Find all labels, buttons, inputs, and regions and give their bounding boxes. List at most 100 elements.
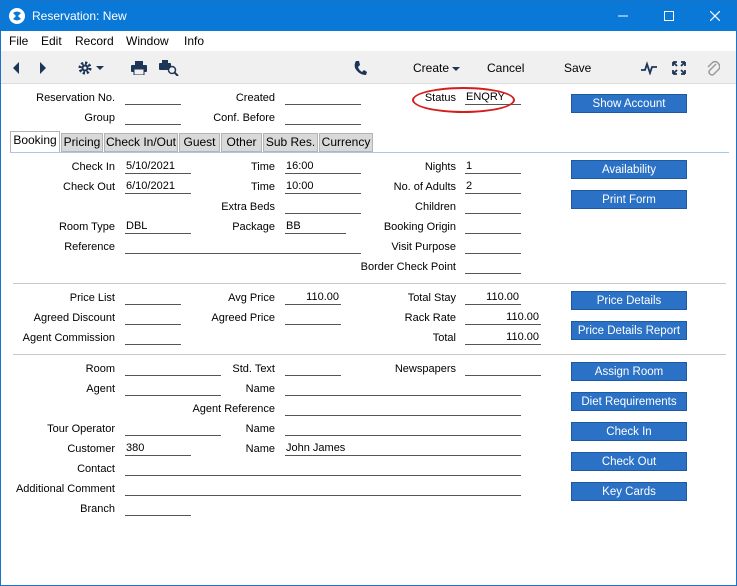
reservation-no-label: Reservation No. [36,92,115,104]
avg-price-field[interactable]: 110.00 [285,290,341,305]
menu-bar: File Edit Record Window Info [1,31,736,51]
time-in-field[interactable]: 16:00 [285,159,361,174]
section-divider-1 [13,283,726,284]
agreed-price-field[interactable] [285,310,341,325]
visit-purpose-field[interactable] [465,239,521,254]
tour-operator-name-field[interactable] [285,421,521,436]
agent-reference-field[interactable] [285,401,521,416]
tab-divider [10,152,729,153]
price-list-field[interactable] [125,290,181,305]
agent-field[interactable] [125,381,221,396]
extra-beds-field[interactable] [285,199,361,214]
reservation-no-field[interactable] [125,90,181,105]
tab-currency[interactable]: Currency [319,133,373,152]
tour-operator-label: Tour Operator [47,423,115,435]
branch-field[interactable] [125,501,191,516]
total-stay-field[interactable]: 110.00 [465,290,521,305]
children-field[interactable] [465,199,521,214]
next-record-button[interactable] [38,57,48,79]
menu-record[interactable]: Record [75,34,114,48]
previous-record-button[interactable] [11,57,21,79]
room-label: Room [85,363,115,375]
package-field[interactable]: BB [285,219,346,234]
reference-label: Reference [64,241,115,253]
std-text-label: Std. Text [232,363,275,375]
tab-check-in-out[interactable]: Check In/Out [104,133,178,152]
reference-field[interactable] [125,239,361,254]
customer-label: Customer [67,443,115,455]
additional-comment-field[interactable] [125,481,521,496]
expand-button[interactable] [672,57,686,79]
price-details-report-button[interactable]: Price Details Report [571,321,687,340]
save-button[interactable]: Save [564,61,591,75]
show-account-button[interactable]: Show Account [571,94,687,113]
close-icon [710,11,720,21]
menu-file[interactable]: File [9,34,28,48]
availability-button[interactable]: Availability [571,160,687,179]
paperclip-icon [707,60,720,76]
operations-menu-button[interactable] [77,57,104,79]
adults-field[interactable]: 2 [465,179,521,194]
menu-edit[interactable]: Edit [41,34,62,48]
menu-info[interactable]: Info [184,34,204,48]
contact-field[interactable] [125,461,521,476]
time-out-field[interactable]: 10:00 [285,179,361,194]
agreed-discount-field[interactable] [125,310,181,325]
total-stay-label: Total Stay [407,292,456,304]
check-in-button[interactable]: Check In [571,422,687,441]
nights-field[interactable]: 1 [465,159,521,174]
agent-reference-label: Agent Reference [192,403,275,415]
cancel-button[interactable]: Cancel [487,61,524,75]
tab-booking[interactable]: Booking [10,131,60,153]
adults-label: No. of Adults [393,181,456,193]
booking-origin-field[interactable] [465,219,521,234]
diet-requirements-button[interactable]: Diet Requirements [571,392,687,411]
close-button[interactable] [692,1,736,31]
assign-room-button[interactable]: Assign Room [571,362,687,381]
create-button[interactable]: Create [413,61,449,75]
created-field[interactable] [285,90,361,105]
room-field[interactable] [125,361,221,376]
activity-button[interactable] [641,57,657,79]
phone-icon [354,61,367,75]
agreed-discount-label: Agreed Discount [33,312,115,324]
reservation-window: Reservation: New File Edit Record Window… [0,0,737,586]
customer-field[interactable]: 380 [125,441,191,456]
tab-guest[interactable]: Guest [179,133,220,152]
tour-operator-field[interactable] [125,421,221,436]
price-details-button[interactable]: Price Details [571,291,687,310]
maximize-button[interactable] [646,1,692,31]
conf-before-field[interactable] [285,110,361,125]
menu-window[interactable]: Window [126,34,169,48]
check-out-field[interactable]: 6/10/2021 [125,179,191,194]
print-preview-button[interactable] [159,57,179,79]
check-out-button[interactable]: Check Out [571,452,687,471]
create-dropdown-arrow-icon[interactable] [452,66,460,72]
agent-label: Agent [86,383,115,395]
created-label: Created [235,92,275,104]
time-out-label: Time [250,181,275,193]
room-type-field[interactable]: DBL [125,219,191,234]
rack-rate-label: Rack Rate [404,312,456,324]
tab-pricing[interactable]: Pricing [61,133,103,152]
agent-name-field[interactable] [285,381,521,396]
customer-name-field[interactable]: John James [285,441,521,456]
print-button[interactable] [131,57,147,79]
phone-button[interactable] [353,57,367,79]
newspapers-field[interactable] [465,361,541,376]
group-field[interactable] [125,110,181,125]
price-list-label: Price List [69,292,115,304]
agent-commission-field[interactable] [125,330,181,345]
border-check-field[interactable] [465,259,521,274]
tab-sub-res[interactable]: Sub Res. [263,133,318,152]
time-in-label: Time [250,161,275,173]
minimize-button[interactable] [600,1,646,31]
print-form-button[interactable]: Print Form [571,190,687,209]
check-in-field[interactable]: 5/10/2021 [125,159,191,174]
tab-other[interactable]: Other [221,133,262,152]
rack-rate-field[interactable]: 110.00 [465,310,541,325]
std-text-field[interactable] [285,361,341,376]
key-cards-button[interactable]: Key Cards [571,482,687,501]
total-field[interactable]: 110.00 [465,330,541,345]
attachment-button[interactable] [706,57,720,79]
